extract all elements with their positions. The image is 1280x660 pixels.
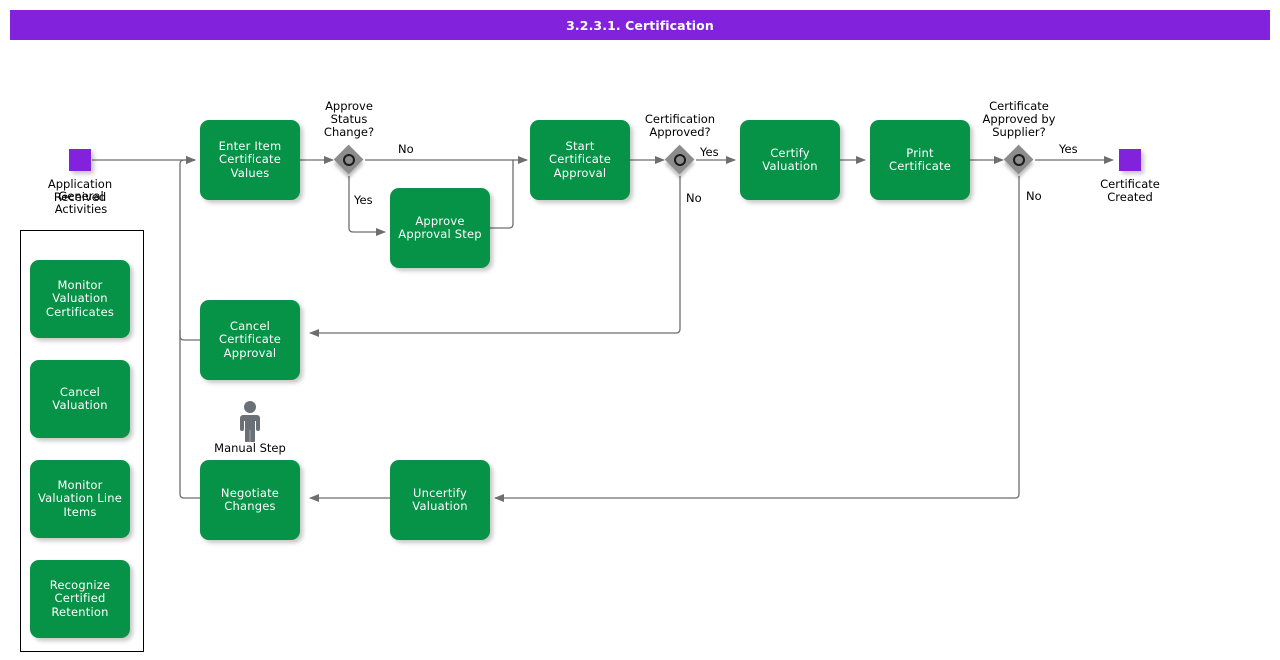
approve-status-change-label: Approve Status Change? (323, 99, 375, 140)
cancel-valuation-label: Cancel Valuation (52, 384, 108, 412)
certify-valuation-task[interactable]: Certify Valuation (740, 120, 840, 200)
negotiate-changes-task[interactable]: Negotiate Changes (200, 460, 300, 540)
approve-approval-step-label: Approve Approval Step (398, 213, 482, 241)
gateway-ring-icon (343, 154, 355, 166)
monitor-valuation-certificates-label: Monitor Valuation Certificates (45, 277, 115, 319)
enter-item-certificate-values-task[interactable]: Enter Item Certificate Values (200, 120, 300, 200)
start-certificate-approval-label: Start Certificate Approval (549, 138, 611, 180)
flow-gw3-no-to-uncertify (494, 176, 1020, 502)
flow-cancel-cert-to-return (179, 330, 200, 341)
gateway-ring-icon (1013, 154, 1025, 166)
application-received-start-event[interactable] (69, 149, 91, 171)
certification-approved-gateway[interactable] (665, 145, 695, 175)
approve-status-change-gateway[interactable] (334, 145, 364, 175)
recognize-certified-retention-task[interactable]: Recognize Certified Retention (30, 560, 130, 638)
cancel-certificate-approval-task[interactable]: Cancel Certificate Approval (200, 300, 300, 380)
print-certificate-label: Print Certificate (889, 145, 951, 173)
certificate-created-end-event[interactable] (1119, 149, 1141, 171)
flow-approve-step-to-merge (490, 160, 514, 229)
certificate-created-label: Certificate Created (1100, 177, 1160, 205)
flow-label-gw2-no: No (686, 191, 702, 205)
manual-step-label: Manual Step (214, 441, 286, 455)
uncertify-valuation-task[interactable]: Uncertify Valuation (390, 460, 490, 540)
certification-approved-label: Certification Approved? (644, 112, 716, 140)
flow-label-gw2-yes: Yes (700, 145, 719, 159)
flow-label-gw3-yes: Yes (1059, 142, 1078, 156)
recognize-certified-retention-label: Recognize Certified Retention (49, 577, 111, 619)
certify-valuation-label: Certify Valuation (762, 145, 818, 173)
flow-label-gw1-yes: Yes (354, 193, 373, 207)
monitor-valuation-line-items-label: Monitor Valuation Line Items (37, 477, 122, 519)
flow-label-gw3-no: No (1026, 189, 1042, 203)
approve-approval-step-task[interactable]: Approve Approval Step (390, 188, 490, 268)
certificate-approved-by-supplier-label: Certificate Approved by Supplier? (982, 99, 1056, 140)
uncertify-valuation-label: Uncertify Valuation (412, 485, 468, 513)
monitor-valuation-certificates-task[interactable]: Monitor Valuation Certificates (30, 260, 130, 338)
connector-layer (92, 156, 1114, 502)
page-title: 3.2.3.1. Certification (566, 17, 714, 33)
page-title-bar: 3.2.3.1. Certification (10, 10, 1270, 40)
application-received-label: Application Received (47, 177, 113, 205)
flow-label-gw1-no: No (398, 142, 414, 156)
manual-step-person-icon (240, 401, 260, 442)
negotiate-changes-label: Negotiate Changes (220, 485, 280, 513)
gateway-ring-icon (674, 154, 686, 166)
monitor-valuation-line-items-task[interactable]: Monitor Valuation Line Items (30, 460, 130, 538)
cancel-valuation-task[interactable]: Cancel Valuation (30, 360, 130, 438)
certificate-approved-by-supplier-gateway[interactable] (1004, 145, 1034, 175)
enter-item-certificate-values-label: Enter Item Certificate Values (218, 138, 282, 180)
print-certificate-task[interactable]: Print Certificate (870, 120, 970, 200)
start-certificate-approval-task[interactable]: Start Certificate Approval (530, 120, 630, 200)
cancel-certificate-approval-label: Cancel Certificate Approval (219, 318, 281, 360)
